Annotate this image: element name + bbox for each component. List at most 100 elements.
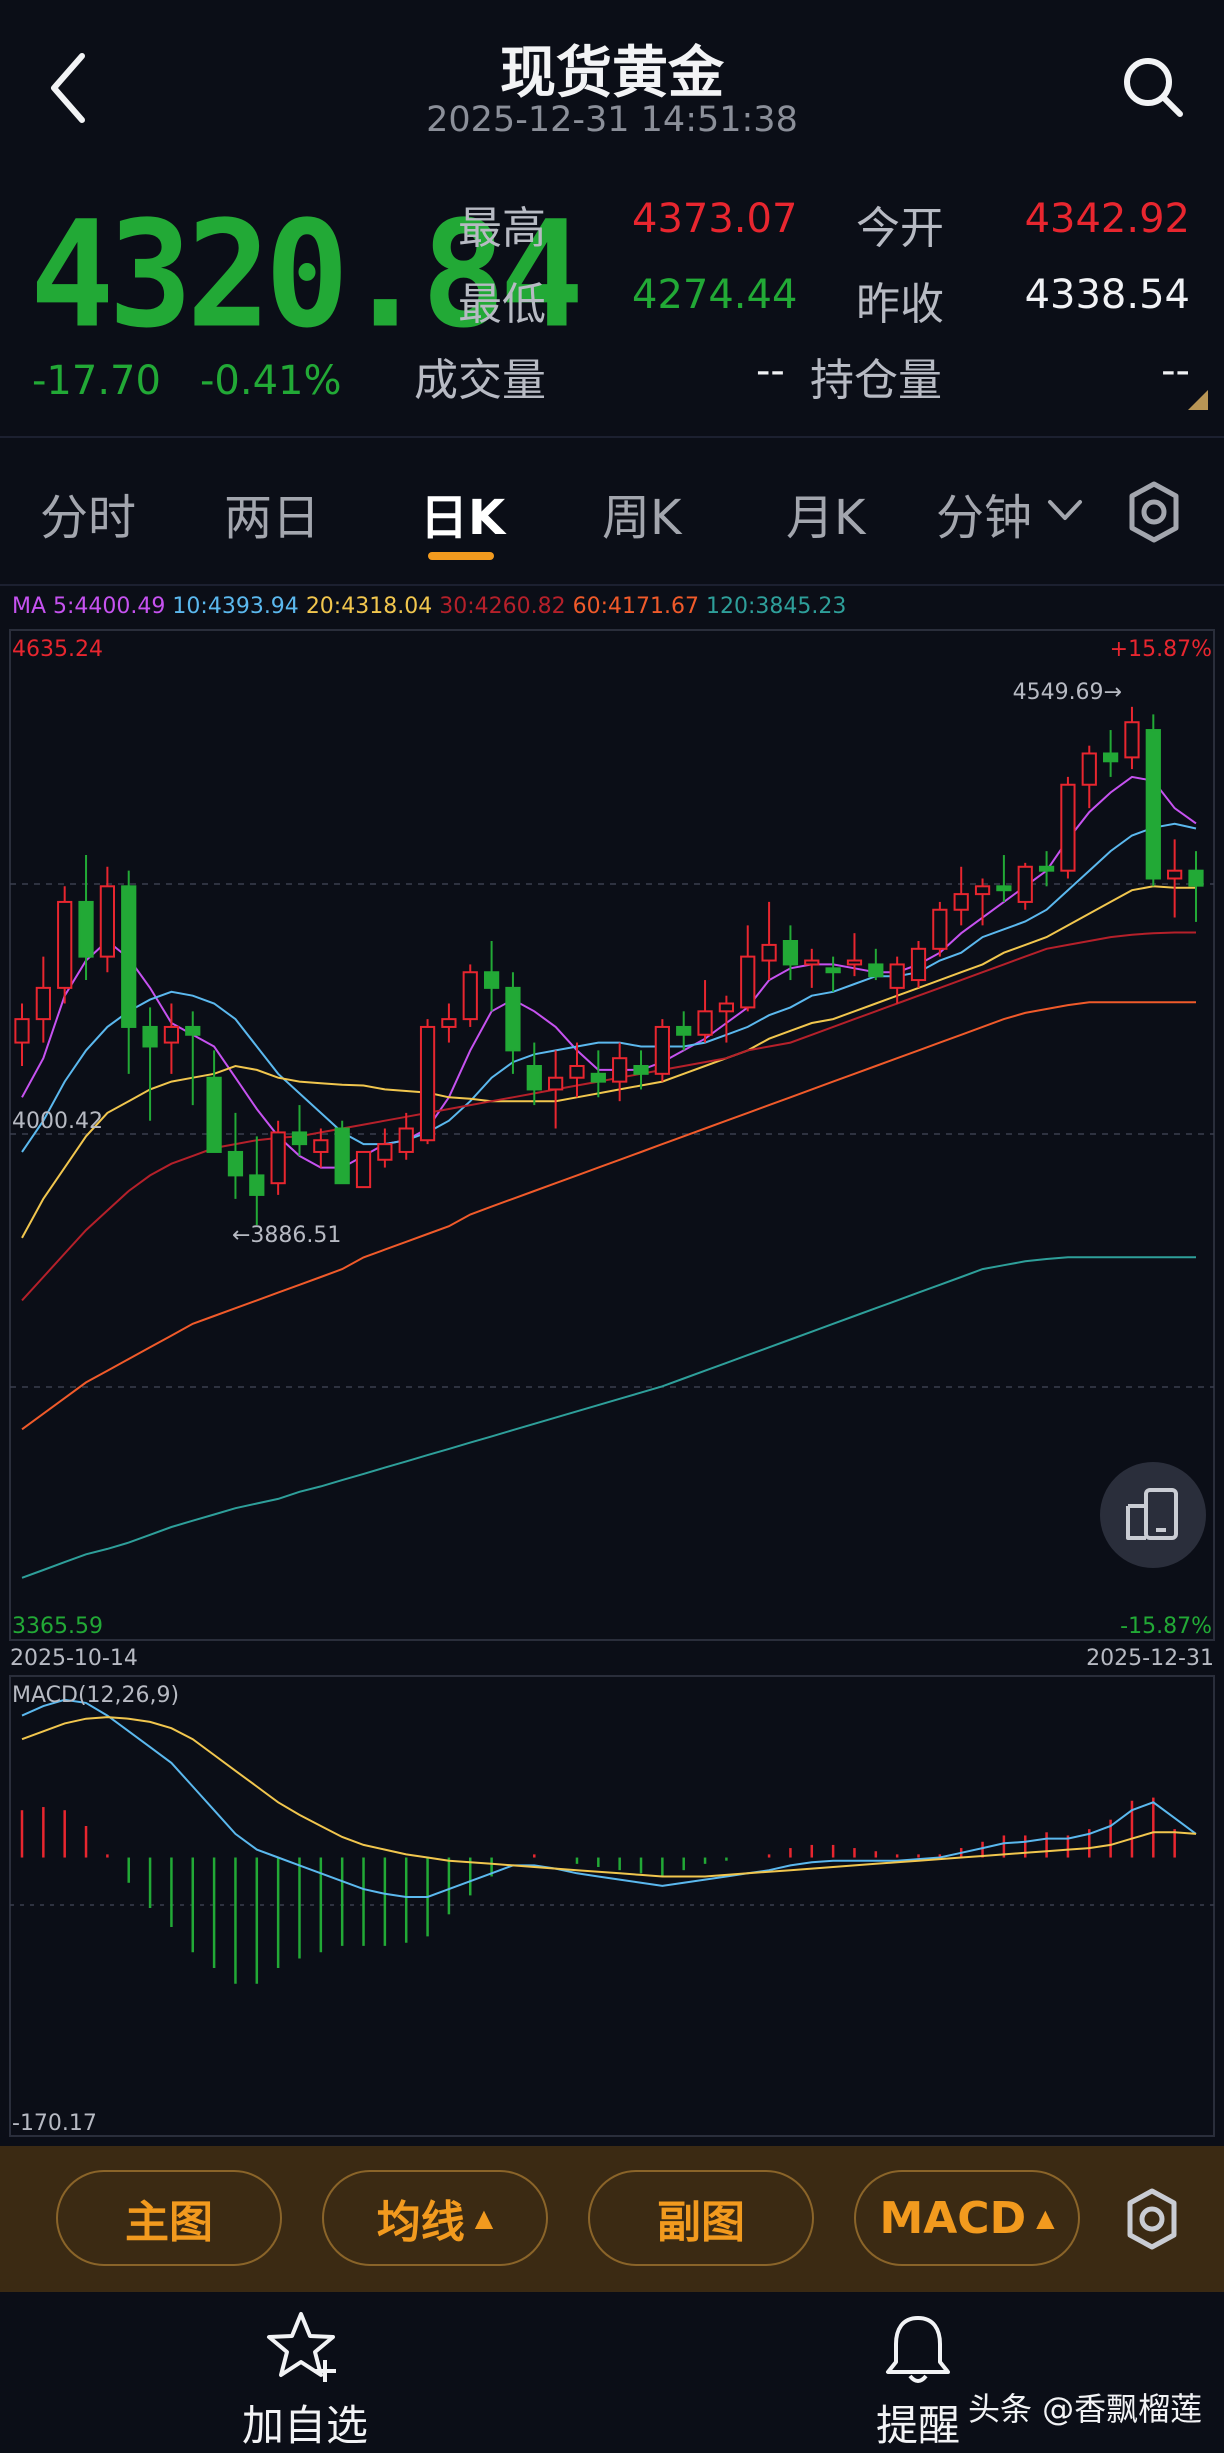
candle [121,870,137,1074]
candle [14,1003,30,1067]
watermark: 头条 @香飘榴莲 [968,2390,1203,2428]
candle-body [1017,865,1033,903]
candle [825,956,841,992]
candle [654,1019,670,1082]
candle-body [78,900,94,958]
candle-body [185,1025,201,1036]
candle [1081,745,1097,809]
y-bottom-label: 3365.59 [12,1614,103,1639]
candle-body [718,1002,735,1013]
candle-body [334,1127,350,1185]
candle [761,901,777,981]
candle [185,1011,201,1106]
candle [227,1112,244,1199]
orientation-switch-button[interactable] [1100,1462,1206,1568]
alert-label: 提醒 [875,2401,960,2450]
ma-button[interactable]: 均线 ▲ [322,2170,548,2266]
candle-body [953,893,969,911]
candle [1017,862,1033,910]
triangle-up-icon: ▲ [474,2204,494,2232]
candle-body [996,885,1012,892]
candle [505,972,521,1074]
ma5-line [21,775,1197,1169]
sub-chart-button[interactable]: 副图 [588,2170,814,2266]
macd-dif-line [21,1698,1197,1898]
candle-body [99,885,115,958]
candle-body [441,1018,457,1028]
candle [633,1050,649,1090]
candle-body [1038,865,1055,872]
candle [1124,706,1140,770]
candle-body [1060,783,1076,872]
y-top-label: 4635.24 [12,637,103,662]
candle [1145,714,1161,887]
main-chart-button[interactable]: 主图 [56,2170,282,2266]
candle-body [825,967,841,974]
toolbar-settings-gear-icon[interactable] [1120,2187,1184,2251]
x-end-label: 2025-12-31 [1086,1646,1214,1671]
candle-body [227,1150,244,1177]
candle [355,1150,372,1189]
candle-body [163,1025,180,1044]
candle [804,948,820,988]
sub-chart-label: 副图 [657,2197,745,2248]
candle-body [249,1174,265,1196]
candle-body [932,908,948,950]
candle-body [57,900,73,989]
candle-body [526,1065,542,1091]
candle [99,866,115,973]
candle-body [377,1143,393,1161]
candle-body [548,1076,564,1091]
main-chart-label: 主图 [125,2197,213,2248]
candle [676,1011,692,1051]
candle-body [14,1018,30,1044]
candle-body [1081,752,1097,786]
candle-body [974,885,991,896]
candle [377,1128,393,1168]
candle [548,1050,564,1129]
kline-chart[interactable]: 4635.24 +15.87% 4000.42 3365.59 -15.87% … [0,0,1224,2146]
candle [697,980,713,1043]
candle-body [121,885,137,1028]
candle [868,948,884,981]
candle [1167,839,1183,918]
candle [612,1042,628,1102]
candle [590,1050,606,1098]
ma30-line [21,931,1196,1302]
candle-body [633,1065,649,1075]
ma60-line [21,1001,1196,1431]
candle [249,1136,265,1225]
triangle-up-icon: ▲ [1036,2204,1055,2232]
candle [291,1105,308,1156]
candle-body [483,971,500,989]
candle-body [1124,721,1140,759]
candle [910,940,927,988]
candle [270,1120,286,1195]
candle [740,925,756,1012]
candle [974,878,991,926]
rotate-phone-icon [1126,1488,1178,1540]
candle-body [740,955,756,1009]
macd-bottom-label: -170.17 [12,2111,97,2136]
candle-body [697,1010,713,1036]
ma120-line [21,1256,1196,1579]
candle [206,1050,222,1153]
macd-button[interactable]: MACD ▲ [854,2170,1080,2266]
candle-body [1103,752,1119,763]
macd-button-label: MACD [879,2192,1027,2244]
candle-body [569,1065,585,1079]
pct-top-label: +15.87% [1110,637,1212,662]
alert-button[interactable]: 提醒 [858,2308,978,2453]
candle-body [868,963,884,978]
candle-body [398,1127,414,1153]
kline-frame [9,629,1215,1641]
bottom-nav: 加自选 提醒 头条 @香飘榴莲 [0,2292,1224,2450]
candle [35,956,51,1043]
macd-label: MACD(12,26,9) [12,1683,179,1708]
y-mid-label: 4000.42 [12,1109,103,1134]
add-watchlist-button[interactable]: 加自选 [230,2308,380,2453]
candle-body [612,1057,628,1083]
candle [334,1120,350,1185]
candle-body [1145,729,1161,880]
candle-body [889,963,905,989]
